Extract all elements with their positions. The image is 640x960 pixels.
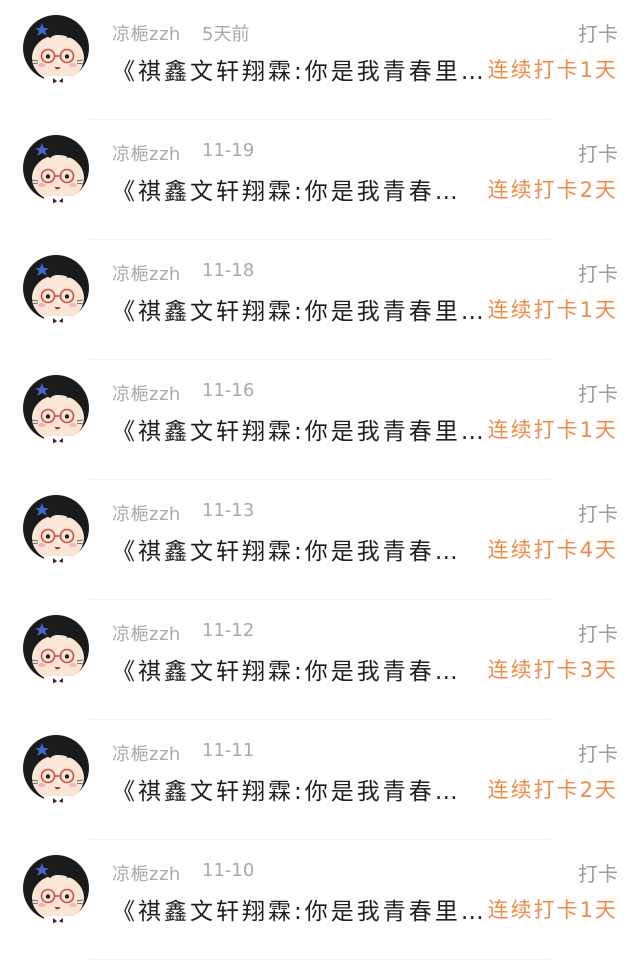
username[interactable]: 凉梔zzh xyxy=(112,500,181,526)
checkin-content[interactable]: 《祺鑫文轩翔霖:你是我青春里… xyxy=(112,292,487,326)
checkin-type-label: 打卡 xyxy=(578,262,618,286)
feed-item[interactable]: 凉梔zzh 11-13 打卡 《祺鑫文轩翔霖:你是我青春… 连续打卡4天 xyxy=(0,480,640,600)
checkin-content[interactable]: 《祺鑫文轩翔霖:你是我青春里… xyxy=(112,412,487,446)
post-date: 11-16 xyxy=(202,380,255,401)
post-date: 11-19 xyxy=(202,140,255,161)
post-date: 11-10 xyxy=(202,860,255,881)
streak-badge: 连续打卡1天 xyxy=(487,898,618,922)
checkin-type-label: 打卡 xyxy=(578,862,618,886)
checkin-feed: 凉梔zzh 5天前 打卡 《祺鑫文轩翔霖:你是我青春里… 连续打卡1天 凉梔zz… xyxy=(0,0,640,960)
avatar[interactable] xyxy=(20,492,92,564)
streak-badge: 连续打卡4天 xyxy=(487,538,618,562)
cartoon-girl-avatar-icon xyxy=(21,13,91,83)
username[interactable]: 凉梔zzh xyxy=(112,140,181,166)
post-date: 11-13 xyxy=(202,500,255,521)
avatar[interactable] xyxy=(20,372,92,444)
cartoon-girl-avatar-icon xyxy=(21,493,91,563)
checkin-content[interactable]: 《祺鑫文轩翔霖:你是我青春… xyxy=(112,532,461,566)
username[interactable]: 凉梔zzh xyxy=(112,860,181,886)
feed-item[interactable]: 凉梔zzh 11-19 打卡 《祺鑫文轩翔霖:你是我青春… 连续打卡2天 xyxy=(0,120,640,240)
feed-item[interactable]: 凉梔zzh 11-10 打卡 《祺鑫文轩翔霖:你是我青春里… 连续打卡1天 xyxy=(0,840,640,960)
checkin-type-label: 打卡 xyxy=(578,142,618,166)
checkin-type-label: 打卡 xyxy=(578,742,618,766)
streak-badge: 连续打卡2天 xyxy=(487,778,618,802)
streak-badge: 连续打卡2天 xyxy=(487,178,618,202)
cartoon-girl-avatar-icon xyxy=(21,133,91,203)
cartoon-girl-avatar-icon xyxy=(21,373,91,443)
post-date: 11-11 xyxy=(202,740,255,761)
checkin-content[interactable]: 《祺鑫文轩翔霖:你是我青春里… xyxy=(112,892,487,926)
avatar[interactable] xyxy=(20,852,92,924)
cartoon-girl-avatar-icon xyxy=(21,853,91,923)
streak-badge: 连续打卡3天 xyxy=(487,658,618,682)
avatar[interactable] xyxy=(20,252,92,324)
avatar[interactable] xyxy=(20,732,92,804)
cartoon-girl-avatar-icon xyxy=(21,733,91,803)
checkin-type-label: 打卡 xyxy=(578,502,618,526)
checkin-type-label: 打卡 xyxy=(578,382,618,406)
username[interactable]: 凉梔zzh xyxy=(112,740,181,766)
checkin-content[interactable]: 《祺鑫文轩翔霖:你是我青春里… xyxy=(112,52,487,86)
feed-item[interactable]: 凉梔zzh 11-18 打卡 《祺鑫文轩翔霖:你是我青春里… 连续打卡1天 xyxy=(0,240,640,360)
streak-badge: 连续打卡1天 xyxy=(487,418,618,442)
checkin-content[interactable]: 《祺鑫文轩翔霖:你是我青春… xyxy=(112,172,461,206)
checkin-type-label: 打卡 xyxy=(578,22,618,46)
avatar[interactable] xyxy=(20,612,92,684)
feed-item[interactable]: 凉梔zzh 11-16 打卡 《祺鑫文轩翔霖:你是我青春里… 连续打卡1天 xyxy=(0,360,640,480)
feed-item[interactable]: 凉梔zzh 5天前 打卡 《祺鑫文轩翔霖:你是我青春里… 连续打卡1天 xyxy=(0,0,640,120)
username[interactable]: 凉梔zzh xyxy=(112,380,181,406)
post-date: 11-18 xyxy=(202,260,255,281)
checkin-type-label: 打卡 xyxy=(578,622,618,646)
cartoon-girl-avatar-icon xyxy=(21,613,91,683)
cartoon-girl-avatar-icon xyxy=(21,253,91,323)
checkin-content[interactable]: 《祺鑫文轩翔霖:你是我青春… xyxy=(112,652,461,686)
post-date: 11-12 xyxy=(202,620,255,641)
feed-item[interactable]: 凉梔zzh 11-11 打卡 《祺鑫文轩翔霖:你是我青春… 连续打卡2天 xyxy=(0,720,640,840)
avatar[interactable] xyxy=(20,132,92,204)
checkin-content[interactable]: 《祺鑫文轩翔霖:你是我青春… xyxy=(112,772,461,806)
post-date: 5天前 xyxy=(202,24,250,45)
username[interactable]: 凉梔zzh xyxy=(112,260,181,286)
username[interactable]: 凉梔zzh xyxy=(112,620,181,646)
streak-badge: 连续打卡1天 xyxy=(487,58,618,82)
streak-badge: 连续打卡1天 xyxy=(487,298,618,322)
feed-item[interactable]: 凉梔zzh 11-12 打卡 《祺鑫文轩翔霖:你是我青春… 连续打卡3天 xyxy=(0,600,640,720)
avatar[interactable] xyxy=(20,12,92,84)
username[interactable]: 凉梔zzh xyxy=(112,20,181,46)
